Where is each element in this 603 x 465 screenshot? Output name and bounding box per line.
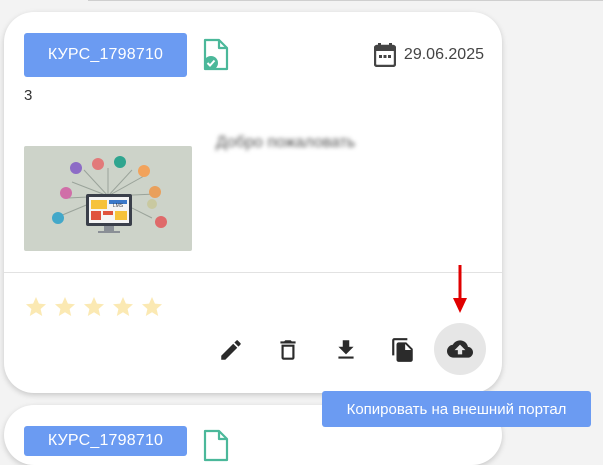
course-card: КУРС_1798710 29.06.2025 3 Добро пожалова…: [4, 12, 502, 393]
lms-illustration: LMS: [52, 156, 167, 233]
course-code-label: КУРС_1798710: [47, 432, 164, 449]
cloud-upload-icon: [447, 340, 473, 358]
file-verified-icon: [203, 38, 229, 71]
card-divider: [4, 272, 502, 273]
top-divider: [88, 0, 603, 1]
course-thumbnail[interactable]: LMS: [24, 146, 192, 251]
course-code-label: КУРС_1798710: [47, 46, 164, 63]
annotation-arrow-icon: [453, 265, 467, 313]
count-text: 3: [24, 87, 33, 104]
date-text: 29.06.2025: [403, 46, 484, 63]
star-icon[interactable]: [53, 295, 77, 319]
tooltip: Копировать на внешний портал: [322, 391, 591, 427]
edit-button[interactable]: [209, 328, 253, 372]
delete-button[interactable]: [266, 328, 310, 372]
tooltip-text: Копировать на внешний портал: [346, 400, 567, 418]
course-code-button[interactable]: КУРС_1798710: [24, 33, 187, 77]
copy-to-external-portal-button[interactable]: [434, 323, 486, 375]
course-title: Добро пожаловать: [216, 134, 356, 151]
date-display: 29.06.2025: [373, 43, 484, 67]
star-icon[interactable]: [140, 295, 164, 319]
card-actions: [209, 323, 495, 375]
calendar-icon: [373, 43, 396, 67]
rating-stars[interactable]: [24, 295, 164, 319]
star-icon[interactable]: [24, 295, 48, 319]
pencil-icon: [221, 340, 241, 360]
thumbnail-lms-label: LMS: [113, 203, 124, 209]
copy-button[interactable]: [381, 328, 425, 372]
star-icon[interactable]: [111, 295, 135, 319]
trash-icon: [280, 340, 296, 360]
download-icon: [338, 340, 354, 359]
star-icon[interactable]: [82, 295, 106, 319]
download-button[interactable]: [324, 328, 368, 372]
file-verified-icon: [203, 429, 229, 462]
course-code-button[interactable]: КУРС_1798710: [24, 426, 187, 456]
copy-icon: [392, 338, 413, 362]
